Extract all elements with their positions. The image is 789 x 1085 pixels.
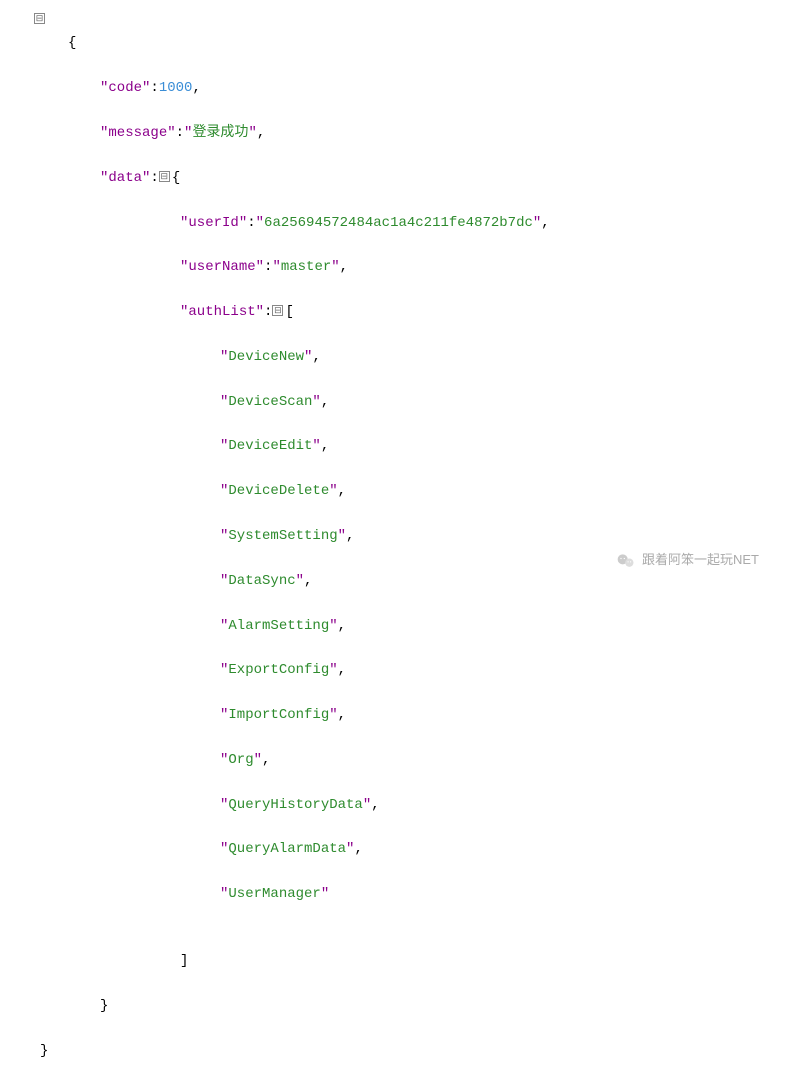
userid-line: "userId":"6a25694572484ac1a4c211fe4872b7…: [20, 212, 769, 234]
collapse-icon[interactable]: ⊟: [34, 13, 45, 24]
auth-list-item: "DeviceNew",: [20, 346, 769, 368]
auth-list-item: "ImportConfig",: [20, 704, 769, 726]
close-bracket: ]: [20, 950, 769, 972]
close-brace-data: }: [20, 995, 769, 1017]
watermark: 跟着阿笨一起玩NET: [616, 550, 759, 571]
watermark-text: 跟着阿笨一起玩NET: [642, 550, 759, 571]
auth-list-item: "AlarmSetting",: [20, 615, 769, 637]
data-line: "data":⊟{: [20, 167, 769, 189]
code-line: "code":1000,: [20, 77, 769, 99]
auth-list-item: "QueryAlarmData",: [20, 838, 769, 860]
close-brace-root: }: [20, 1040, 769, 1062]
username-line: "userName":"master",: [20, 256, 769, 278]
auth-list-item: "Org",: [20, 749, 769, 771]
auth-list-item: "QueryHistoryData",: [20, 794, 769, 816]
auth-list-item: "DeviceScan",: [20, 391, 769, 413]
auth-list-item: "ExportConfig",: [20, 659, 769, 681]
json-viewer: ⊟ { "code":1000, "message":"登录成功", "data"…: [20, 10, 769, 1085]
auth-list-item: "DeviceDelete",: [20, 480, 769, 502]
open-brace: {: [20, 32, 769, 54]
wechat-icon: [616, 551, 636, 571]
auth-list-item: "DataSync",: [20, 570, 769, 592]
authlist-line: "authList":⊟[: [20, 301, 769, 323]
auth-list-item: "UserManager": [20, 883, 769, 905]
auth-list-item: "DeviceEdit",: [20, 435, 769, 457]
auth-list-item: "SystemSetting",: [20, 525, 769, 547]
message-line: "message":"登录成功",: [20, 122, 769, 144]
collapse-icon[interactable]: ⊟: [159, 171, 170, 182]
collapse-icon[interactable]: ⊟: [272, 305, 283, 316]
